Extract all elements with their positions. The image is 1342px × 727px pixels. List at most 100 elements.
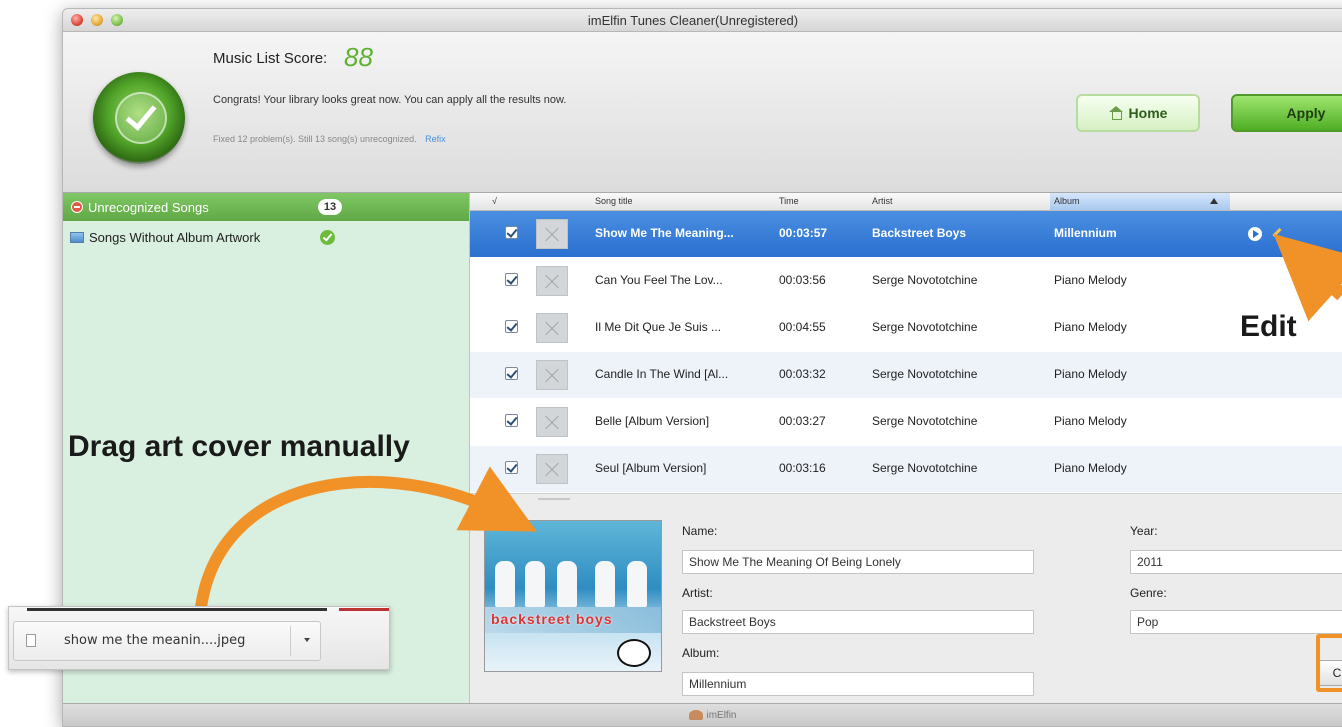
album-label: Album: [682,646,720,660]
name-field[interactable]: Show Me The Meaning Of Being Lonely [682,550,1034,574]
warning-icon [71,201,83,213]
download-item[interactable]: show me the meanin....jpeg [13,621,321,661]
sidebar-item-label: Unrecognized Songs [88,199,209,215]
song-title: Candle In The Wind [Al... [595,367,729,381]
album-cover-dropzone[interactable]: backstreet boys [484,520,662,672]
name-label: Name: [682,524,718,538]
score-check-icon [93,72,185,164]
missing-artwork-icon [536,454,568,484]
missing-artwork-icon [536,407,568,437]
album-field[interactable]: Millennium [682,672,1034,696]
missing-artwork-icon [536,266,568,296]
checkmark-icon [320,230,335,245]
file-icon [26,634,36,647]
chevron-down-icon[interactable] [304,638,310,642]
song-album: Piano Melody [1054,461,1127,475]
title-bar: imElfin Tunes Cleaner(Unregistered) [63,9,1342,32]
table-row[interactable]: Belle [Album Version] 00:03:27 Serge Nov… [470,399,1342,445]
song-artist: Serge Novototchine [872,273,978,287]
song-title: Show Me The Meaning... [595,226,734,240]
home-button-label: Home [1128,105,1168,121]
song-artist: Serge Novototchine [872,461,978,475]
pencil-edit-icon[interactable] [1272,227,1282,238]
window-title: imElfin Tunes Cleaner(Unregistered) [587,13,799,28]
highlight-box [1316,634,1342,692]
song-album: Piano Melody [1054,367,1127,381]
apply-button[interactable]: Apply [1231,94,1342,132]
song-title: Belle [Album Version] [595,414,710,428]
header-song-title[interactable]: Song title [595,196,633,206]
drag-callout: Drag art cover manually [68,430,410,463]
song-title: Seul [Album Version] [595,461,707,475]
artist-field[interactable]: Backstreet Boys [682,610,1034,634]
download-filename: show me the meanin....jpeg [64,633,246,648]
table-row[interactable]: Il Me Dit Que Je Suis ... 00:04:55 Serge… [470,305,1342,351]
fixed-summary-text: Fixed 12 problem(s). Still 13 song(s) un… [213,134,417,144]
header-album[interactable]: Album [1050,193,1230,210]
artist-label: Artist: [682,586,713,600]
apply-button-label: Apply [1286,105,1326,121]
song-table: √ Song title Time Artist Album Show Me T… [470,193,1342,493]
congrats-message: Congrats! Your library looks great now. … [213,94,567,106]
status-brand: imElfin [706,709,737,721]
table-row[interactable]: Can You Feel The Lov... 00:03:56 Serge N… [470,258,1342,304]
row-checkbox[interactable] [505,273,518,286]
header-check[interactable]: √ [492,196,497,206]
song-time: 00:04:55 [779,320,826,334]
imelfin-logo-icon [689,710,704,720]
year-label: Year: [1130,524,1158,538]
song-album: Piano Melody [1054,320,1127,334]
song-album: Piano Melody [1054,273,1127,287]
row-checkbox[interactable] [505,367,518,380]
count-badge: 13 [318,199,342,215]
status-bar: imElfin [63,703,1342,726]
edit-callout: Edit [1240,310,1297,343]
genre-field[interactable]: Pop [1130,610,1342,634]
header-time[interactable]: Time [779,196,799,206]
resize-handle[interactable] [538,498,570,500]
score-label: Music List Score: [213,50,328,67]
song-title: Il Me Dit Que Je Suis ... [595,320,722,334]
row-checkbox[interactable] [505,414,518,427]
song-detail-panel: backstreet boys Name: Show Me The Meanin… [470,493,1342,704]
home-button[interactable]: Home [1076,94,1200,132]
song-time: 00:03:32 [779,367,826,381]
home-icon [1108,106,1123,120]
table-header: √ Song title Time Artist Album [470,193,1342,211]
year-field[interactable]: 2011 [1130,550,1342,574]
score-value: 88 [344,42,373,72]
song-artist: Backstreet Boys [872,226,967,240]
band-logo-icon [617,639,651,667]
sort-ascending-icon [1210,198,1218,204]
song-artist: Serge Novototchine [872,367,978,381]
table-row[interactable]: Candle In The Wind [Al... 00:03:32 Serge… [470,352,1342,398]
sidebar-item-unrecognized-songs[interactable]: Unrecognized Songs 13 [63,193,469,221]
row-checkbox[interactable] [505,320,518,333]
song-time: 00:03:27 [779,414,826,428]
song-time: 00:03:56 [779,273,826,287]
cover-text: backstreet boys [491,611,613,627]
song-title: Can You Feel The Lov... [595,273,723,287]
missing-artwork-icon [536,313,568,343]
row-checkbox[interactable] [505,226,518,239]
refix-link[interactable]: Refix [425,134,446,144]
table-row[interactable]: Seul [Album Version] 00:03:16 Serge Novo… [470,446,1342,492]
song-album: Piano Melody [1054,414,1127,428]
missing-artwork-icon [536,360,568,390]
genre-label: Genre: [1130,586,1167,600]
play-icon[interactable] [1248,227,1262,241]
row-checkbox[interactable] [505,461,518,474]
table-row[interactable]: Show Me The Meaning... 00:03:57 Backstre… [470,211,1342,257]
download-shelf: show me the meanin....jpeg [8,606,390,670]
song-time: 00:03:16 [779,461,826,475]
picture-icon [70,231,84,243]
song-artist: Serge Novototchine [872,320,978,334]
header-artist[interactable]: Artist [872,196,893,206]
sidebar-item-songs-without-artwork[interactable]: Songs Without Album Artwork [63,223,469,251]
sidebar-item-label: Songs Without Album Artwork [89,229,261,245]
song-album: Millennium [1054,226,1117,240]
song-time: 00:03:57 [779,226,828,240]
header-album-label: Album [1054,196,1080,206]
score-header: Music List Score: 88 Congrats! Your libr… [63,32,1342,193]
missing-artwork-icon [536,219,568,249]
